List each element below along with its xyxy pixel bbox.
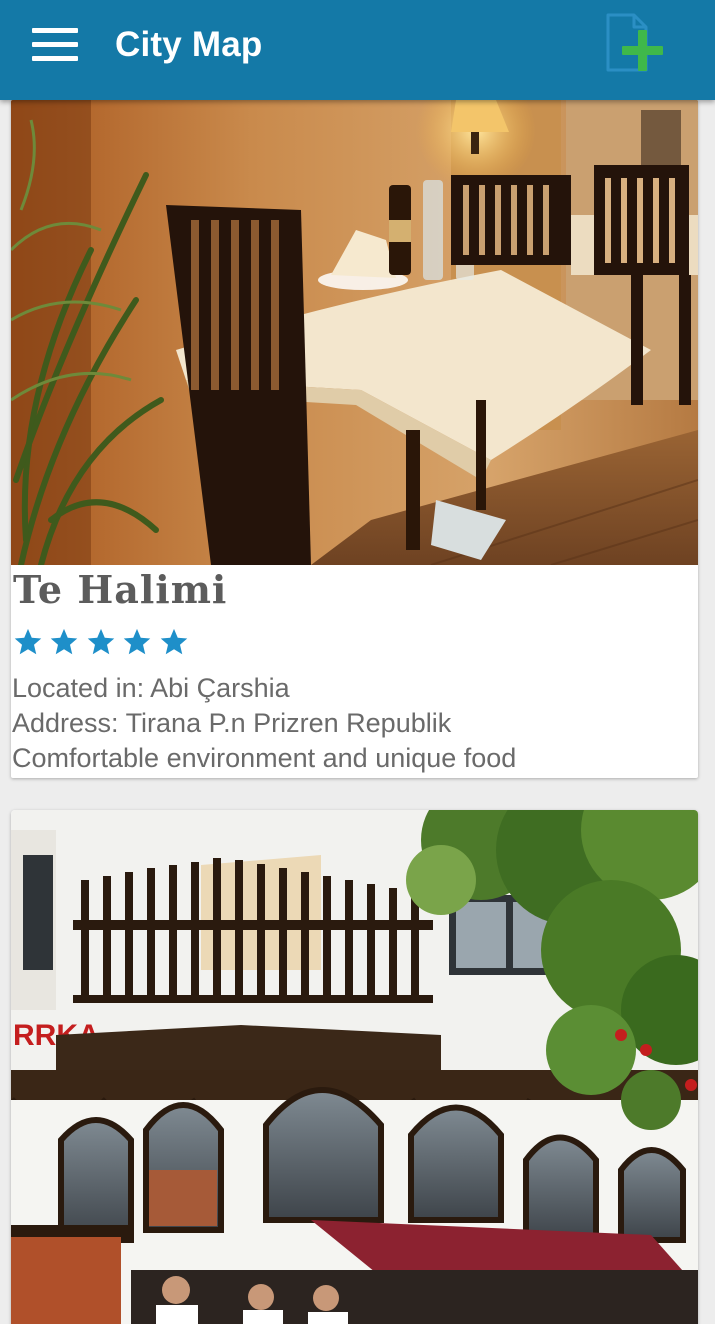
star-icon bbox=[124, 628, 151, 655]
place-card[interactable]: Te Halimi Located in: Abi Çarshia Addres… bbox=[11, 100, 698, 778]
add-document-icon[interactable] bbox=[600, 12, 670, 78]
star-icon bbox=[160, 628, 188, 655]
app-bar: City Map bbox=[0, 0, 715, 100]
hamburger-menu-icon[interactable] bbox=[32, 28, 78, 62]
rating-stars bbox=[13, 627, 191, 659]
restaurant-photo[interactable]: RRKA bbox=[11, 810, 698, 1324]
place-address: Address: Tirana P.n Prizren Republik bbox=[12, 708, 452, 738]
star-icon bbox=[51, 628, 78, 655]
app-title: City Map bbox=[115, 25, 263, 64]
place-description: Comfortable environment and unique food bbox=[12, 743, 517, 773]
place-location: Located in: Abi Çarshia bbox=[12, 673, 290, 703]
place-card[interactable]: RRKA bbox=[11, 810, 698, 1324]
restaurant-photo[interactable] bbox=[11, 100, 698, 568]
star-icon bbox=[87, 628, 115, 655]
places-list[interactable]: Te Halimi Located in: Abi Çarshia Addres… bbox=[0, 100, 715, 1324]
star-icon bbox=[14, 628, 42, 655]
place-name: Te Halimi bbox=[13, 567, 228, 612]
